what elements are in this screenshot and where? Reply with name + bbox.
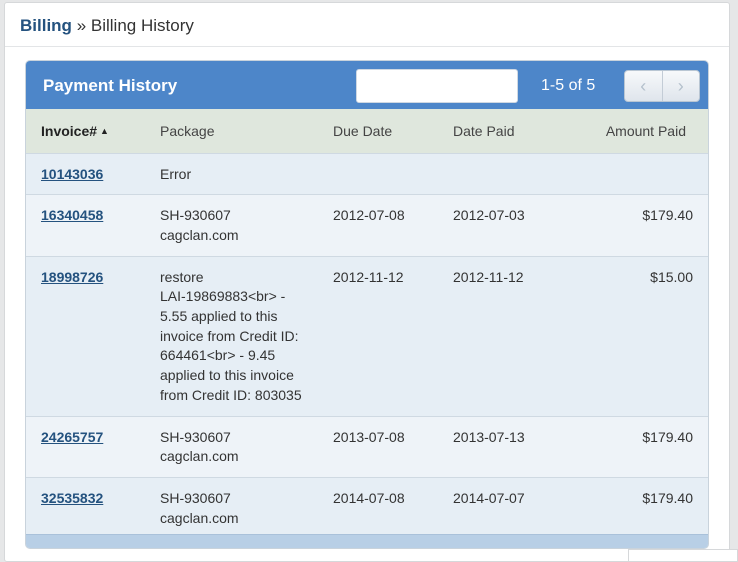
- amount-paid-cell: $179.40: [642, 428, 693, 445]
- column-header-due-date[interactable]: Due Date: [333, 109, 453, 153]
- breadcrumb-current: Billing History: [90, 16, 194, 35]
- horizontal-scrollbar[interactable]: [26, 534, 708, 548]
- search-input[interactable]: [356, 69, 518, 103]
- pager-count: 1-5 of 5: [541, 77, 596, 94]
- package-cell: SH-930607 cagclan.com: [160, 207, 239, 243]
- table-row: 10143036 Error: [26, 153, 708, 195]
- table-row: 18998726 restore LAI-19869883<br> - 5.55 …: [26, 256, 708, 417]
- chevron-left-icon: ‹: [640, 75, 647, 96]
- table-header-row: Invoice# ▲ Package Due Date Date Paid Amo…: [26, 109, 708, 153]
- date-paid-cell: 2012-11-12: [453, 268, 524, 285]
- pager-prev-button[interactable]: ‹: [625, 71, 662, 101]
- column-header-label: Invoice#: [41, 122, 98, 139]
- package-cell: SH-930607 cagclan.com: [160, 428, 239, 465]
- invoice-link[interactable]: 16340458: [41, 207, 103, 223]
- table-row: 32535832 SH-930607 cagclan.com 2014-07-08 2…: [26, 477, 708, 539]
- invoice-link[interactable]: 18998726: [41, 269, 103, 285]
- invoice-cell: 24265757: [26, 416, 160, 477]
- invoice-link[interactable]: 32535832: [41, 490, 103, 506]
- invoice-link[interactable]: 24265757: [41, 429, 103, 445]
- breadcrumb-billing-link[interactable]: Billing: [20, 16, 72, 35]
- panel-title: Payment History: [43, 76, 178, 95]
- overlay-widget: [628, 549, 738, 562]
- invoice-cell: 32535832: [26, 477, 160, 538]
- breadcrumb-separator: »: [76, 16, 87, 35]
- sort-ascending-icon: ▲: [100, 125, 109, 136]
- table-row: 24265757 SH-930607 cagclan.com 2013-07-08 2…: [26, 416, 708, 478]
- package-cell: restore LAI-19869883<br> - 5.55 applied …: [160, 268, 302, 403]
- pager-buttons: ‹ ›: [624, 70, 700, 102]
- invoice-cell: 10143036: [26, 153, 160, 195]
- breadcrumb: Billing » Billing History: [5, 3, 729, 47]
- billing-history-card: Billing » Billing History Payment Histor…: [4, 2, 730, 562]
- due-date-cell: 2012-07-08: [333, 207, 405, 224]
- invoice-cell: 16340458: [26, 195, 160, 256]
- date-paid-cell: [453, 153, 578, 195]
- column-header-date-paid[interactable]: Date Paid: [453, 109, 578, 153]
- due-date-cell: 2013-07-08: [333, 428, 405, 445]
- table-row: 16340458 SH-930607 cagclan.com 2012-07-08 2…: [26, 194, 708, 257]
- amount-paid-cell: [578, 153, 708, 195]
- due-date-cell: [333, 153, 453, 195]
- chevron-right-icon: ›: [677, 75, 684, 96]
- payment-history-table: Invoice# ▲ Package Due Date Date Paid Amo…: [26, 109, 708, 539]
- column-header-amount-paid[interactable]: Amount Paid: [578, 109, 708, 153]
- amount-paid-cell: $179.40: [642, 489, 693, 506]
- panel-header: Payment History 1-5 of 5 ‹ ›: [26, 61, 708, 109]
- date-paid-cell: 2014-07-07: [453, 489, 525, 506]
- column-header-package[interactable]: Package: [160, 109, 333, 153]
- amount-paid-cell: $179.40: [642, 207, 693, 224]
- package-cell: SH-930607 cagclan.com: [160, 489, 239, 526]
- date-paid-cell: 2013-07-13: [453, 428, 525, 445]
- amount-paid-cell: $15.00: [650, 268, 693, 285]
- due-date-cell: 2014-07-08: [333, 489, 405, 506]
- payment-history-panel: Payment History 1-5 of 5 ‹ › Invoice#▲: [25, 60, 709, 549]
- invoice-link[interactable]: 10143036: [41, 166, 103, 182]
- date-paid-cell: 2012-07-03: [453, 207, 525, 224]
- column-header-invoice[interactable]: Invoice# ▲: [26, 109, 160, 153]
- package-cell: Error: [160, 165, 192, 182]
- invoice-cell: 18998726: [26, 256, 160, 416]
- due-date-cell: 2012-11-12: [333, 268, 404, 285]
- pager-next-button[interactable]: ›: [661, 71, 700, 101]
